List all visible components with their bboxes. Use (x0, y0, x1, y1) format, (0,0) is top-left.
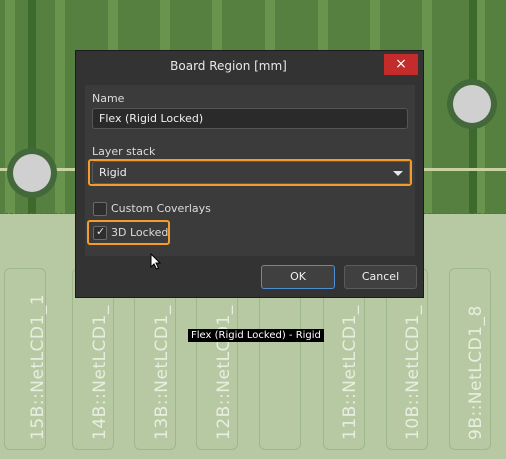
hover-tooltip: Flex (Rigid Locked) - Rigid (188, 329, 324, 342)
close-icon: × (395, 56, 407, 72)
component-label: 13B::NetLCD1_ (152, 305, 172, 440)
component-label: 12B::NetLCD1_ (214, 305, 234, 440)
chevron-down-icon (393, 171, 403, 176)
dialog-titlebar[interactable]: Board Region [mm] × (76, 51, 423, 81)
component-label: 14B::NetLCD1_ (90, 305, 110, 440)
mouse-cursor-icon (150, 253, 162, 270)
custom-coverlays-label: Custom Coverlays (111, 202, 211, 215)
component-label: 9B::NetLCD1_8 (466, 305, 486, 440)
dialog-title: Board Region [mm] (170, 59, 287, 73)
dialog-content-panel: Name Flex (Rigid Locked) Layer stack Rig… (85, 85, 415, 256)
component-label: 15B::NetLCD1_1 (28, 293, 48, 440)
ok-button[interactable]: OK (261, 265, 335, 289)
close-button[interactable]: × (384, 54, 418, 75)
custom-coverlays-checkbox[interactable] (93, 202, 107, 216)
name-field[interactable]: Flex (Rigid Locked) (92, 108, 408, 129)
locked-3d-label: 3D Locked (111, 226, 169, 239)
pcb-stripe (55, 0, 65, 214)
component-label: 10B::NetLCD1_ (403, 305, 423, 440)
name-label: Name (92, 92, 125, 105)
layer-stack-label: Layer stack (92, 145, 156, 158)
layer-stack-select[interactable]: Rigid (92, 161, 410, 184)
layer-stack-value: Rigid (99, 166, 127, 179)
locked-3d-checkbox[interactable]: ✓ (93, 225, 107, 240)
component-label: 11B::NetLCD1_ (340, 305, 360, 440)
cancel-button[interactable]: Cancel (344, 265, 417, 289)
pcb-pad (13, 154, 51, 192)
check-icon: ✓ (96, 225, 106, 238)
board-region-dialog: Board Region [mm] × Name Flex (Rigid Loc… (75, 50, 424, 298)
pcb-pad (453, 85, 491, 123)
